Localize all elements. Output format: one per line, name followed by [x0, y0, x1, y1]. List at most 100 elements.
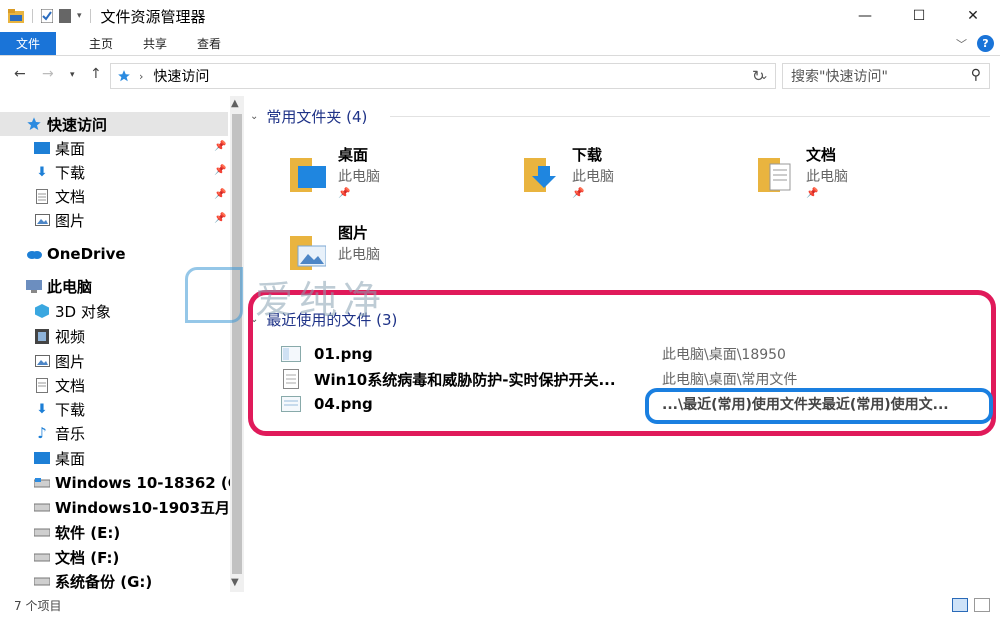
sidebar-item-drive-d[interactable]: Windows10-1903五月 — [0, 495, 230, 519]
sidebar-item-label: 软件 (E:) — [55, 523, 121, 542]
sidebar-item-label: 快速访问 — [47, 115, 108, 134]
help-icon[interactable]: ? — [977, 35, 994, 52]
sidebar-item-pictures-pc[interactable]: 图片 — [0, 349, 85, 373]
music-icon: ♪ — [37, 424, 47, 442]
sidebar-item-label: 系统备份 (G:) — [55, 572, 153, 591]
sidebar-item-drive-f[interactable]: 文档 (F:) — [0, 545, 119, 569]
frequent-folders-header[interactable]: ⌄ 常用文件夹 (4) — [250, 106, 367, 127]
section-divider — [390, 116, 990, 117]
sidebar-item-documents-pc[interactable]: 文档 — [0, 373, 85, 397]
minimize-button[interactable]: — — [838, 0, 892, 32]
maximize-button[interactable]: ☐ — [892, 0, 946, 32]
scroll-down-icon[interactable]: ▼ — [231, 577, 239, 588]
folder-tile-documents[interactable]: 文档 此电脑 📌 — [758, 144, 978, 214]
sidebar-item-label: 文档 — [55, 376, 86, 395]
large-icons-view-icon[interactable] — [974, 598, 990, 612]
download-folder-icon — [524, 158, 556, 192]
ribbon-tabs: 文件 主页 共享 查看 ﹀ ? — [0, 32, 1000, 56]
sidebar-item-desktop-pc[interactable]: 桌面 — [0, 446, 85, 470]
folder-name: 图片 — [338, 224, 369, 242]
expand-ribbon-icon[interactable]: ﹀ — [956, 36, 967, 52]
pin-icon[interactable]: 📌 — [214, 189, 226, 200]
folder-location: 此电脑 — [338, 247, 380, 263]
sidebar-item-documents[interactable]: 文档 📌 — [0, 184, 230, 208]
cloud-icon — [26, 246, 42, 262]
sidebar-item-label: Windows 10-18362 (C — [55, 474, 239, 492]
drive-icon — [34, 524, 50, 540]
pin-icon[interactable]: 📌 — [214, 141, 226, 152]
desktop-icon — [34, 450, 50, 466]
drive-icon — [34, 475, 50, 491]
computer-icon — [26, 278, 42, 294]
pin-icon[interactable]: 📌 — [214, 165, 226, 176]
folder-location: 此电脑 — [572, 169, 614, 185]
sidebar-item-label: 文档 — [55, 187, 86, 206]
back-icon[interactable]: ← — [14, 66, 26, 82]
breadcrumb[interactable]: 快速访问 — [153, 66, 209, 86]
tab-view[interactable]: 查看 — [182, 32, 236, 55]
sidebar-item-label: 视频 — [55, 327, 86, 346]
sidebar-item-3d-objects[interactable]: 3D 对象 — [0, 299, 111, 323]
sidebar-item-label: 桌面 — [55, 449, 86, 468]
sidebar-item-label: 图片 — [55, 211, 86, 230]
sidebar-item-desktop[interactable]: 桌面 📌 — [0, 136, 230, 160]
customize-toolbar-icon[interactable]: ▾ — [77, 11, 82, 21]
folder-location: 此电脑 — [806, 169, 848, 185]
highlight-box-blue — [645, 388, 993, 424]
sidebar-item-music[interactable]: ♪ 音乐 — [0, 421, 85, 445]
tab-share[interactable]: 共享 — [128, 32, 182, 55]
navigation-pane: 快速访问 桌面 📌 ⬇ 下载 📌 文档 📌 图片 📌 OneDrive 此电脑 … — [0, 96, 244, 592]
address-bar[interactable]: › 快速访问 ⌄ — [110, 63, 776, 89]
sidebar-item-drive-c[interactable]: Windows 10-18362 (C — [0, 471, 239, 495]
new-folder-icon[interactable] — [59, 9, 71, 23]
pictures-folder-icon — [290, 236, 326, 270]
sidebar-item-drive-e[interactable]: 软件 (E:) — [0, 520, 120, 544]
watermark: 爱纯净 — [185, 265, 415, 325]
sidebar-item-videos[interactable]: 视频 — [0, 324, 85, 348]
search-input[interactable]: 搜索"快速访问" ⚲ — [782, 63, 990, 89]
search-placeholder: 搜索"快速访问" — [791, 69, 888, 85]
toolbar-divider — [89, 9, 91, 23]
scroll-up-icon[interactable]: ▲ — [231, 98, 239, 109]
details-view-icon[interactable] — [952, 598, 968, 612]
tab-home[interactable]: 主页 — [74, 32, 128, 55]
sidebar-item-label: 桌面 — [55, 139, 86, 158]
scrollbar-thumb[interactable] — [232, 114, 242, 574]
pictures-icon — [34, 353, 50, 369]
sidebar-item-downloads-pc[interactable]: ⬇ 下载 — [0, 397, 85, 421]
document-icon — [34, 377, 50, 393]
sidebar-item-label: 下载 — [55, 400, 86, 419]
sidebar-item-this-pc[interactable]: 此电脑 — [0, 274, 92, 298]
pin-icon: 📌 — [338, 188, 351, 199]
sidebar-item-quick-access[interactable]: 快速访问 — [0, 112, 228, 136]
tab-file[interactable]: 文件 — [0, 32, 57, 55]
sidebar-scrollbar[interactable]: ▲ ▼ — [230, 96, 244, 592]
close-button[interactable]: ✕ — [946, 0, 1000, 32]
forward-icon[interactable]: → — [42, 66, 54, 82]
pin-icon[interactable]: 📌 — [214, 213, 226, 224]
sidebar-item-pictures[interactable]: 图片 📌 — [0, 208, 230, 232]
sidebar-item-label: 文档 (F:) — [55, 548, 120, 567]
recent-locations-icon[interactable]: ▾ — [70, 70, 75, 80]
document-icon — [34, 188, 50, 204]
drive-icon — [34, 499, 50, 515]
refresh-icon[interactable]: ↻ — [752, 67, 765, 85]
folder-tile-desktop[interactable]: 桌面 此电脑 📌 — [290, 144, 510, 214]
folder-app-icon — [8, 9, 24, 23]
watermark-logo-icon — [185, 267, 243, 323]
cube-icon — [34, 303, 50, 319]
quick-access-toolbar: ▾ — [0, 9, 93, 23]
pictures-icon — [34, 212, 50, 228]
sidebar-item-label: 3D 对象 — [55, 302, 111, 321]
drive-icon — [34, 573, 50, 589]
sidebar-item-downloads[interactable]: ⬇ 下载 📌 — [0, 160, 230, 184]
folder-tile-downloads[interactable]: 下载 此电脑 📌 — [524, 144, 744, 214]
properties-icon[interactable] — [41, 9, 53, 23]
sidebar-item-onedrive[interactable]: OneDrive — [0, 242, 126, 266]
collapse-icon[interactable]: ⌄ — [250, 111, 258, 122]
status-bar: 7 个项目 — [0, 594, 1000, 617]
download-icon: ⬇ — [36, 164, 48, 180]
documents-folder-icon — [758, 158, 791, 192]
up-icon[interactable]: ↑ — [90, 66, 102, 82]
sidebar-item-drive-g[interactable]: 系统备份 (G:) — [0, 569, 152, 592]
